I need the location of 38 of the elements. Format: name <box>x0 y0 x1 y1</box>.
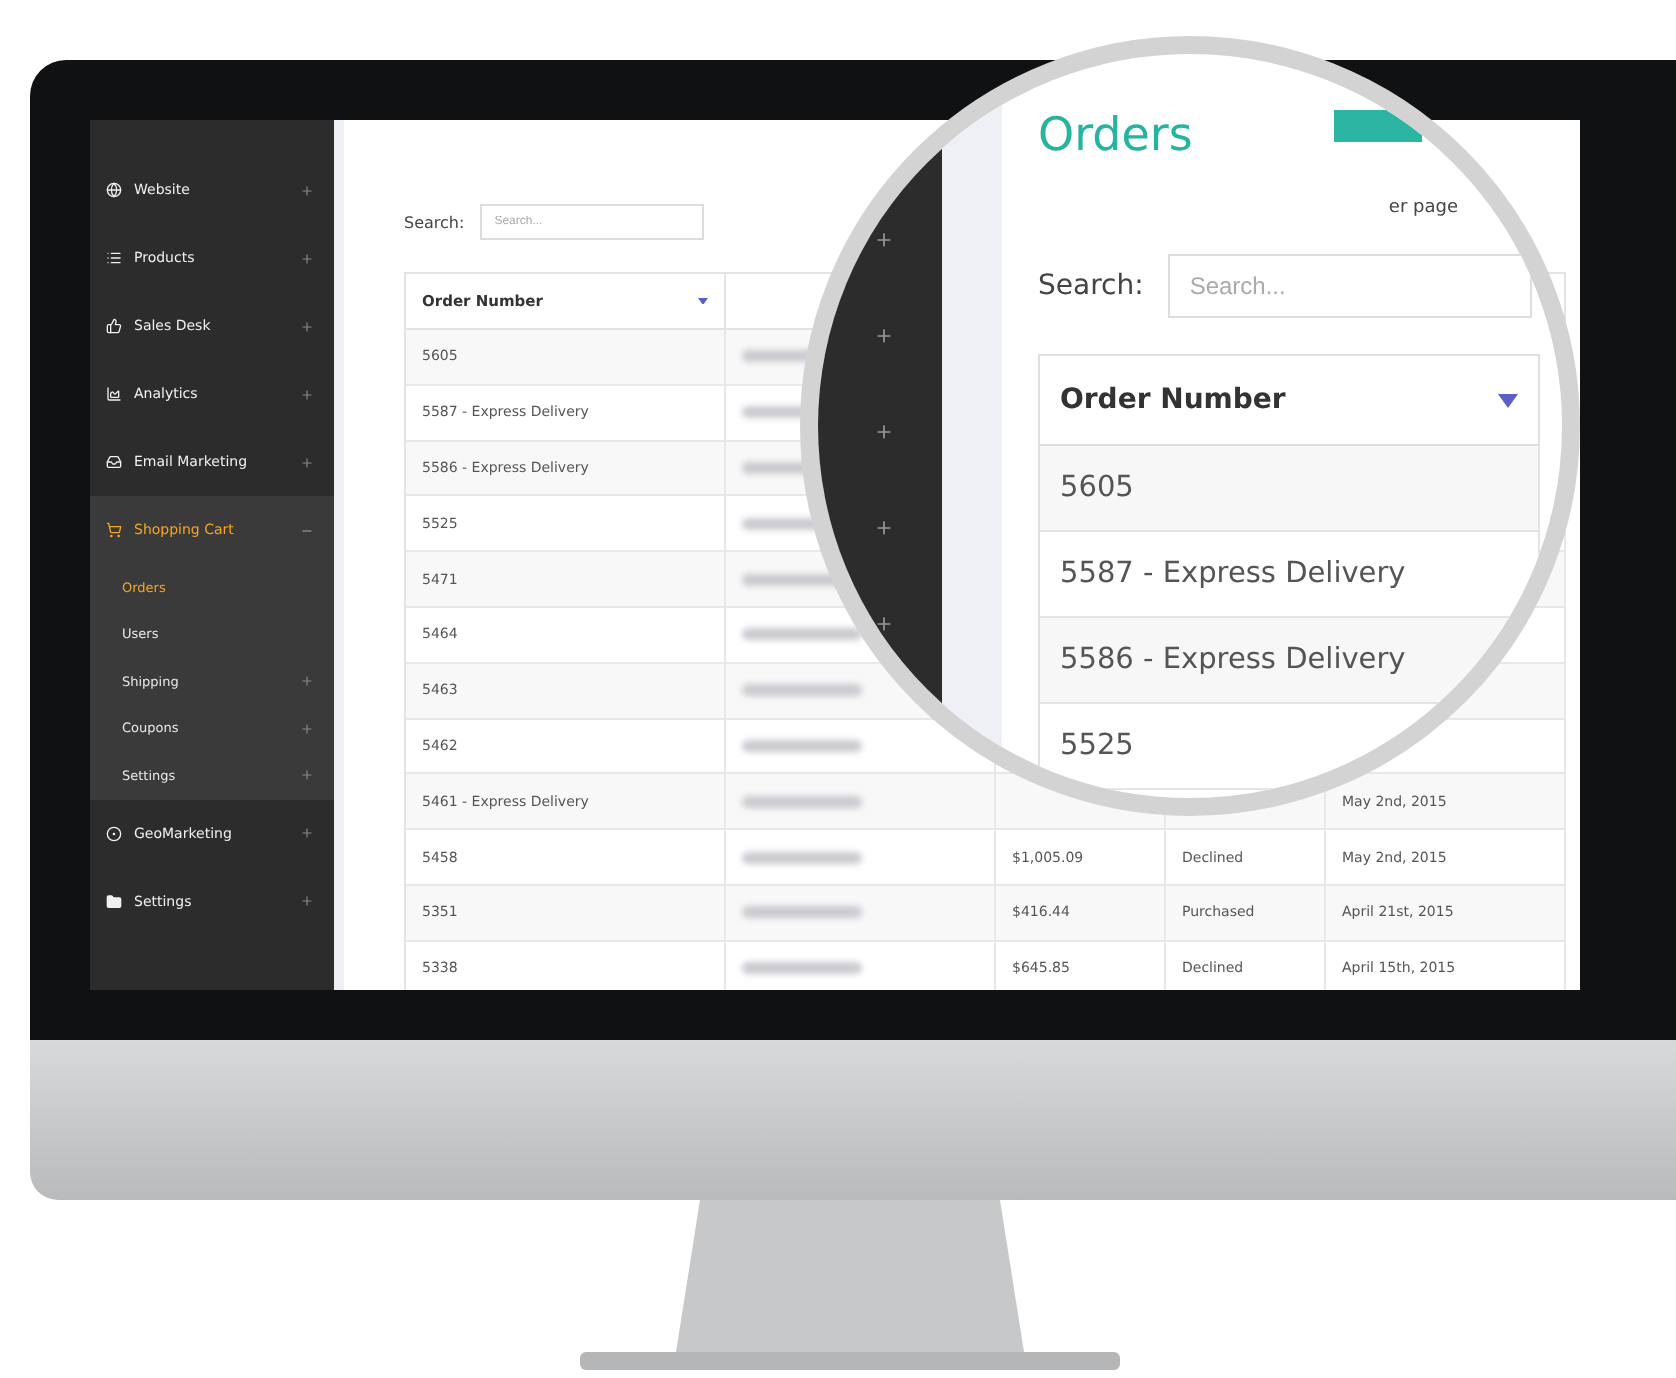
cart-icon <box>106 522 122 538</box>
expand-icon <box>300 455 314 469</box>
sort-caret-icon[interactable] <box>1498 393 1518 407</box>
expand-icon <box>874 614 894 634</box>
expand-icon <box>300 894 314 908</box>
expand-icon <box>874 326 894 346</box>
expand-icon <box>874 230 894 250</box>
expand-icon <box>300 826 314 840</box>
per-page-text: er page <box>1388 198 1458 218</box>
expand-icon <box>874 518 894 538</box>
list-icon <box>106 250 122 266</box>
expand-icon <box>300 387 314 401</box>
blurred-name <box>742 795 862 808</box>
table-cell: 5605 <box>1040 446 1540 532</box>
expand-icon <box>874 422 894 442</box>
blurred-name <box>742 962 862 975</box>
chart-icon <box>106 386 122 402</box>
search-field[interactable]: Search... <box>1167 254 1532 318</box>
sort-caret-icon[interactable] <box>698 297 708 305</box>
expand-icon <box>300 674 314 689</box>
expand-icon <box>300 721 314 736</box>
expand-icon <box>300 251 314 265</box>
expand-icon <box>300 768 314 783</box>
inbox-icon <box>106 454 122 470</box>
target-icon <box>106 825 122 841</box>
blurred-name <box>742 739 862 752</box>
expand-icon <box>300 183 314 197</box>
search-label: Search: <box>404 213 465 231</box>
blurred-name <box>742 851 862 864</box>
blurred-name <box>742 684 862 697</box>
thumbs-up-icon <box>106 318 122 334</box>
expand-icon <box>300 319 314 333</box>
column-header[interactable]: Order Number <box>1040 354 1540 446</box>
search-label: Search: <box>1038 270 1144 302</box>
page-title: Orders <box>1038 110 1193 162</box>
blurred-name <box>742 906 862 919</box>
folder-icon <box>106 893 122 909</box>
globe-icon <box>106 182 122 198</box>
